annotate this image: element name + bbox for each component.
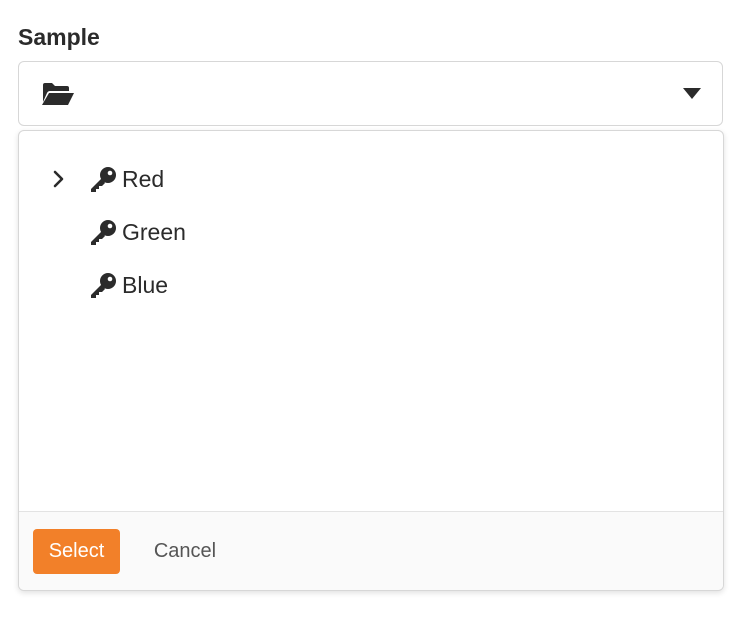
cancel-button[interactable]: Cancel	[137, 529, 233, 574]
key-icon	[89, 166, 117, 192]
chevron-right-icon[interactable]	[52, 169, 66, 189]
select-button[interactable]: Select	[33, 529, 120, 574]
key-icon	[89, 219, 117, 245]
key-icon	[89, 272, 117, 298]
tree-item-blue[interactable]: Blue	[19, 265, 723, 305]
field-label: Sample	[18, 24, 100, 50]
tree-select-dropdown[interactable]	[18, 61, 723, 126]
tree-item-label: Red	[122, 165, 165, 192]
caret-down-icon[interactable]	[683, 88, 701, 99]
tree-select-widget: Sample Red Green Blue Select Cancel	[0, 0, 749, 626]
tree-list: Red Green Blue	[19, 131, 723, 512]
tree-item-red[interactable]: Red	[19, 159, 723, 199]
tree-item-label: Blue	[122, 271, 169, 298]
tree-item-label: Green	[122, 218, 186, 245]
tree-item-green[interactable]: Green	[19, 212, 723, 252]
popup-footer: Select Cancel	[19, 511, 723, 590]
dropdown-popup: Red Green Blue Select Cancel	[18, 130, 724, 591]
folder-open-icon	[41, 82, 75, 106]
